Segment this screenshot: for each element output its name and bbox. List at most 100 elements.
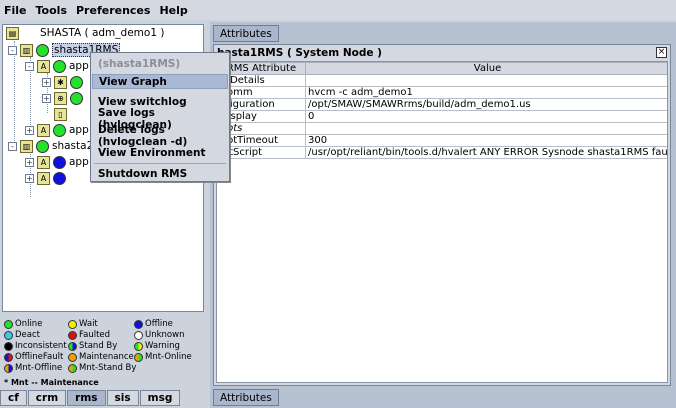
attributes-panel: hasta1RMS ( System Node ) × RMS Attribut…	[213, 44, 671, 386]
value-cell: 0	[305, 110, 667, 123]
online-state-icon	[53, 59, 66, 73]
collapse-toggle-icon[interactable]: -	[8, 46, 17, 55]
table-row[interactable]: teDetails	[217, 74, 667, 87]
tree-row-app[interactable]: A app	[37, 123, 89, 137]
unknown-dot-icon	[134, 330, 143, 340]
legend-label: Deact	[15, 330, 40, 340]
legend-item: Deact	[4, 330, 40, 340]
app-label: app	[69, 60, 89, 72]
cluster-icon: ▤	[6, 26, 19, 40]
app-label: app	[69, 124, 89, 136]
menu-tools[interactable]: Tools	[36, 4, 67, 17]
warning-dot-icon	[134, 341, 143, 351]
tree-row-app[interactable]: A	[37, 171, 69, 185]
app-icon: A	[37, 123, 50, 137]
collapse-toggle-icon[interactable]: -	[25, 62, 34, 71]
online-state-icon	[36, 43, 49, 57]
mnt-offline-dot-icon	[4, 363, 13, 373]
online-state-icon	[70, 91, 83, 105]
attributes-table-container[interactable]: RMS Attribute Value teDetails Comm hvcm -…	[216, 61, 668, 383]
online-state-icon	[70, 75, 83, 89]
value-cell	[305, 122, 667, 135]
tree-row-resource[interactable]: ✱	[54, 75, 86, 89]
table-row[interactable]: Comm hvcm -c adm_demo1	[217, 86, 667, 99]
legend-label: Inconsistent	[15, 341, 67, 351]
legend-label: Unknown	[145, 330, 185, 340]
legend-label: OfflineFault	[15, 352, 64, 362]
column-header-attribute[interactable]: RMS Attribute	[217, 62, 306, 75]
inconsistent-dot-icon	[4, 341, 13, 351]
legend-item: Warning	[134, 341, 180, 351]
legend-item: Faulted	[68, 330, 110, 340]
legend-label: Mnt-Offline	[15, 363, 63, 373]
resource-icon: ✱	[54, 75, 67, 89]
online-dot-icon	[4, 319, 13, 329]
attr-cell: teDetails	[217, 74, 306, 87]
app-label: app	[69, 156, 89, 168]
table-row[interactable]: Display 0	[217, 110, 667, 123]
menu-file[interactable]: File	[4, 4, 27, 17]
expand-toggle-icon[interactable]: +	[42, 94, 51, 103]
tab-msg[interactable]: msg	[139, 390, 181, 406]
node2-label: shasta2	[52, 140, 94, 152]
table-row[interactable]: ripts	[217, 122, 667, 135]
value-cell: 300	[305, 134, 667, 147]
mnt-online-dot-icon	[134, 352, 143, 362]
online-state-icon	[36, 139, 49, 153]
mnt-standby-dot-icon	[68, 363, 77, 373]
tab-attributes-top[interactable]: Attributes	[213, 25, 279, 42]
faulted-dot-icon	[68, 330, 77, 340]
legend-label: Warning	[145, 341, 180, 351]
tree-line	[14, 41, 15, 151]
tree-row-resource[interactable]: ⊕	[54, 91, 86, 105]
legend-item: Online	[4, 319, 42, 329]
app-icon: A	[37, 155, 50, 169]
legend-item: Maintenance	[68, 352, 134, 362]
close-icon[interactable]: ×	[656, 47, 667, 58]
tab-cf[interactable]: cf	[0, 390, 27, 406]
legend-item: Stand By	[68, 341, 117, 351]
attr-cell: ripts	[217, 122, 306, 135]
tree-row-cluster[interactable]: ▤ SHASTA ( adm_demo1 )	[6, 26, 164, 40]
status-legend: Online Wait Offline Deact Faulted Unknow…	[2, 319, 204, 387]
tree-row-app[interactable]: A app	[37, 155, 89, 169]
table-row[interactable]: nfiguration/opt/SMAW/SMAWRrms/build/adm_…	[217, 98, 667, 111]
cluster-label: SHASTA ( adm_demo1 )	[40, 27, 165, 39]
menu-item-view-graph[interactable]: View Graph	[92, 74, 228, 89]
expand-toggle-icon[interactable]: +	[42, 78, 51, 87]
menu-help[interactable]: Help	[159, 4, 187, 17]
online-state-icon	[53, 123, 66, 137]
bottom-tab-bar: cf crm rms sis msg	[0, 388, 181, 406]
column-header-value[interactable]: Value	[305, 62, 667, 75]
wait-dot-icon	[68, 319, 77, 329]
expand-toggle-icon[interactable]: +	[25, 126, 34, 135]
menu-item-view-environment[interactable]: View Environment	[92, 145, 228, 160]
expand-toggle-icon[interactable]: +	[25, 174, 34, 183]
legend-note: * Mnt -- Maintenance	[4, 378, 99, 387]
legend-label: Wait	[79, 319, 98, 329]
menu-preferences[interactable]: Preferences	[76, 4, 150, 17]
menu-item-shutdown-rms[interactable]: Shutdown RMS	[92, 166, 228, 181]
tree-row-resource[interactable]: ▯	[54, 107, 70, 121]
table-row[interactable]: riptTimeout 300	[217, 134, 667, 147]
tab-attributes-bottom[interactable]: Attributes	[213, 389, 279, 406]
expand-toggle-icon[interactable]: +	[25, 158, 34, 167]
table-header-row: RMS Attribute Value	[217, 62, 667, 75]
offline-state-icon	[53, 171, 66, 185]
attr-cell: ultScript	[217, 146, 306, 159]
tree-row-node2[interactable]: ▥ shasta2	[20, 139, 93, 153]
tab-rms[interactable]: rms	[67, 390, 106, 406]
attributes-table: RMS Attribute Value teDetails Comm hvcm -…	[217, 62, 667, 159]
menu-bar: File Tools Preferences Help	[0, 0, 676, 20]
collapse-toggle-icon[interactable]: -	[8, 142, 17, 151]
legend-item: Wait	[68, 319, 98, 329]
standby-dot-icon	[68, 341, 77, 351]
table-row[interactable]: ultScript/usr/opt/reliant/bin/tools.d/hv…	[217, 146, 667, 159]
tab-sis[interactable]: sis	[106, 390, 139, 406]
legend-label: Mnt-Online	[145, 352, 192, 362]
tree-row-app[interactable]: A app	[37, 59, 89, 73]
menu-separator	[94, 163, 226, 164]
tab-crm[interactable]: crm	[27, 390, 67, 406]
app-icon: A	[37, 171, 50, 185]
menu-item-delete-logs[interactable]: Delete logs (hvlogclean -d)	[92, 124, 228, 148]
